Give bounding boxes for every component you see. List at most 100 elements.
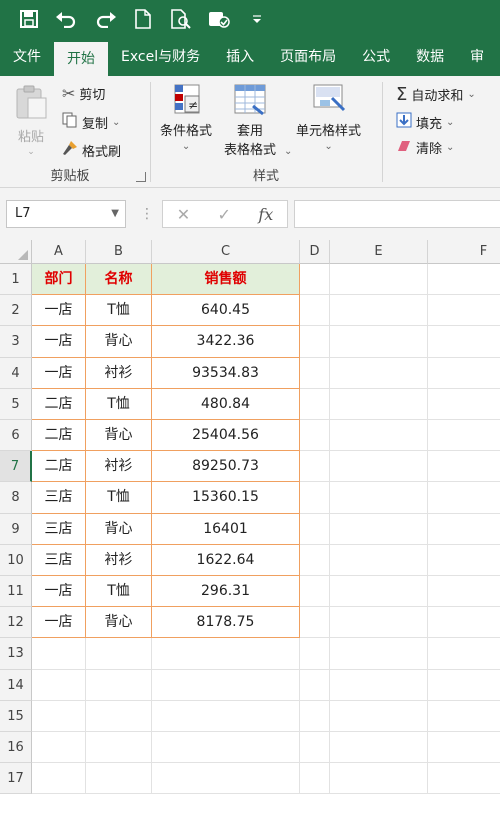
drag-handle-icon[interactable]: ⋮: [140, 206, 154, 222]
cell-d8[interactable]: [300, 482, 330, 514]
format-painter-button[interactable]: 格式刷: [62, 140, 121, 160]
cell-e10[interactable]: [330, 544, 428, 576]
cell-b5[interactable]: T恤: [86, 388, 152, 420]
cell-e11[interactable]: [330, 576, 428, 608]
row-header-16[interactable]: 16: [0, 732, 32, 764]
cell-a7[interactable]: 二店: [32, 451, 86, 483]
cell-f12[interactable]: [428, 607, 500, 639]
tab-formulas[interactable]: 公式: [349, 38, 403, 76]
cell-b2[interactable]: T恤: [86, 295, 152, 327]
cell-c6[interactable]: 25404.56: [152, 420, 300, 452]
cell-a6[interactable]: 二店: [32, 420, 86, 452]
cell-c8[interactable]: 15360.15: [152, 482, 300, 514]
cell-d10[interactable]: [300, 544, 330, 576]
cell-f2[interactable]: [428, 295, 500, 327]
cell-a17[interactable]: [32, 763, 86, 795]
cell-b10[interactable]: 衬衫: [86, 544, 152, 576]
cell-e1[interactable]: [330, 264, 428, 296]
cell-e13[interactable]: [330, 638, 428, 670]
fill-button[interactable]: 填充 ⌄: [396, 112, 454, 132]
tab-data[interactable]: 数据: [403, 38, 457, 76]
conditional-format-button[interactable]: ≠ 条件格式 ⌄: [160, 84, 212, 152]
cell-d11[interactable]: [300, 576, 330, 608]
cell-f10[interactable]: [428, 545, 500, 576]
cell-a16[interactable]: [32, 732, 86, 764]
cell-b1[interactable]: 名称: [86, 264, 152, 296]
cell-d5[interactable]: [300, 388, 330, 420]
row-header-14[interactable]: 14: [0, 669, 32, 701]
cell-e12[interactable]: [330, 607, 428, 639]
cell-c14[interactable]: [152, 669, 300, 701]
cell-b11[interactable]: T恤: [86, 576, 152, 608]
cell-e6[interactable]: [330, 420, 428, 452]
cell-b17[interactable]: [86, 763, 152, 795]
cell-a13[interactable]: [32, 638, 86, 670]
cell-d13[interactable]: [300, 638, 330, 670]
cell-f11[interactable]: [428, 576, 500, 608]
cell-f9[interactable]: [428, 514, 500, 545]
cell-d16[interactable]: [300, 732, 330, 764]
cell-d3[interactable]: [300, 326, 330, 358]
cell-a12[interactable]: 一店: [32, 607, 86, 639]
cell-f14[interactable]: [428, 670, 500, 701]
cell-a1[interactable]: 部门: [32, 264, 86, 296]
cell-a15[interactable]: [32, 700, 86, 732]
cell-c15[interactable]: [152, 700, 300, 732]
cell-c2[interactable]: 640.45: [152, 295, 300, 327]
row-header-11[interactable]: 11: [0, 576, 32, 608]
cell-d17[interactable]: [300, 763, 330, 795]
cell-e14[interactable]: [330, 669, 428, 701]
clear-button[interactable]: 清除 ⌄: [396, 138, 454, 157]
redo-icon[interactable]: [90, 4, 120, 34]
row-header-5[interactable]: 5: [0, 388, 32, 420]
cell-e3[interactable]: [330, 326, 428, 358]
cell-b3[interactable]: 背心: [86, 326, 152, 358]
cell-c16[interactable]: [152, 732, 300, 764]
tab-page-layout[interactable]: 页面布局: [267, 38, 349, 76]
cell-f4[interactable]: [428, 358, 500, 389]
cell-e7[interactable]: [330, 451, 428, 483]
cell-e2[interactable]: [330, 295, 428, 327]
cell-c11[interactable]: 296.31: [152, 576, 300, 608]
cell-c17[interactable]: [152, 763, 300, 795]
save-icon[interactable]: [14, 4, 44, 34]
cell-f1[interactable]: [428, 264, 500, 296]
row-header-10[interactable]: 10: [0, 544, 32, 576]
copy-button[interactable]: 复制 ⌄: [62, 112, 120, 132]
cell-e16[interactable]: [330, 732, 428, 764]
select-all-corner[interactable]: [0, 240, 32, 264]
format-as-table-button[interactable]: 套用 表格格式: [224, 84, 276, 158]
cell-d4[interactable]: [300, 357, 330, 389]
cell-a14[interactable]: [32, 669, 86, 701]
cell-a4[interactable]: 一店: [32, 357, 86, 389]
cell-e8[interactable]: [330, 482, 428, 514]
row-header-13[interactable]: 13: [0, 638, 32, 670]
column-header-f[interactable]: F: [428, 240, 500, 264]
cell-d14[interactable]: [300, 669, 330, 701]
column-header-e[interactable]: E: [330, 240, 428, 264]
cell-b7[interactable]: 衬衫: [86, 451, 152, 483]
cell-e4[interactable]: [330, 357, 428, 389]
row-header-1[interactable]: 1: [0, 264, 32, 296]
cut-button[interactable]: ✂ 剪切: [62, 84, 105, 103]
cell-b15[interactable]: [86, 700, 152, 732]
row-header-9[interactable]: 9: [0, 513, 32, 545]
cell-f17[interactable]: [428, 763, 500, 795]
cell-a2[interactable]: 一店: [32, 295, 86, 327]
cell-f7[interactable]: [428, 451, 500, 483]
sync-icon[interactable]: [204, 4, 234, 34]
cell-b4[interactable]: 衬衫: [86, 357, 152, 389]
cell-c1[interactable]: 销售额: [152, 264, 300, 296]
cell-f15[interactable]: [428, 701, 500, 732]
cell-a11[interactable]: 一店: [32, 576, 86, 608]
row-header-3[interactable]: 3: [0, 326, 32, 358]
autosum-button[interactable]: Σ 自动求和 ⌄: [396, 84, 476, 105]
row-header-12[interactable]: 12: [0, 607, 32, 639]
row-header-7[interactable]: 7: [0, 451, 32, 483]
cell-a3[interactable]: 一店: [32, 326, 86, 358]
undo-icon[interactable]: [52, 4, 82, 34]
cell-e17[interactable]: [330, 763, 428, 795]
column-header-b[interactable]: B: [86, 240, 152, 264]
cell-b9[interactable]: 背心: [86, 513, 152, 545]
tab-home[interactable]: 开始: [54, 42, 108, 76]
